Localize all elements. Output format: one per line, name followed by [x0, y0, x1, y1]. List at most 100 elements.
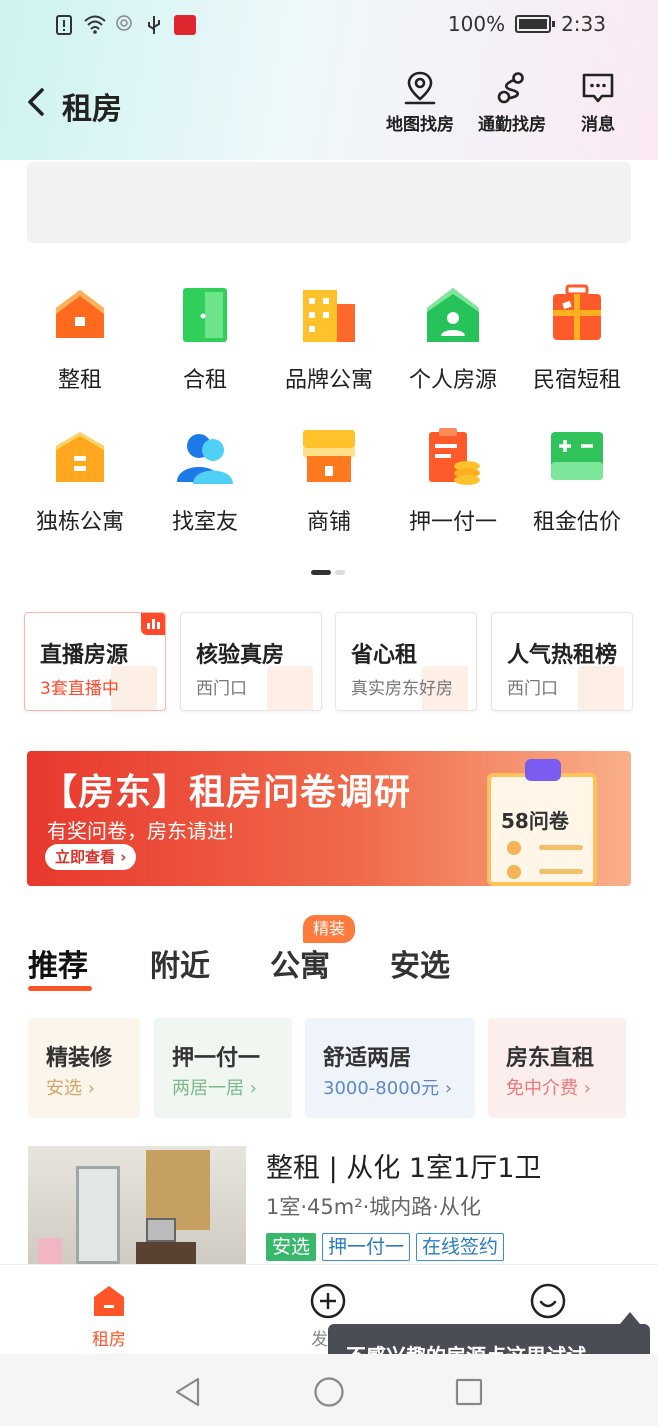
category-deposit-one[interactable]: 押一付一 — [390, 420, 516, 550]
building-icon — [299, 284, 359, 344]
tab-recommend[interactable]: 推荐 — [28, 941, 88, 985]
plus-circle-icon — [310, 1283, 346, 1319]
tab-nearby[interactable]: 附近 — [150, 941, 210, 985]
filter-sub: 两居一居 › — [172, 1078, 257, 1099]
list-line — [539, 869, 583, 874]
title-bar: 租房 地图找房 通勤找房 消息 — [0, 62, 658, 146]
filter-landlord-direct[interactable]: 房东直租 免中介费 › — [488, 1018, 626, 1118]
feed-tabs: 推荐 附近 公寓 精装 安选 — [0, 915, 658, 995]
coins-icon — [423, 426, 483, 486]
category-label: 找室友 — [171, 510, 238, 535]
photo-door — [76, 1166, 120, 1264]
photo-tv-stand — [136, 1242, 196, 1264]
listing-item[interactable]: 整租 | 从化 1室1厅1卫 1室·45m²·城内路·从化 安选 押一付一 在线… — [0, 1146, 658, 1264]
system-recents-button[interactable] — [453, 1376, 485, 1408]
active-tab-indicator — [28, 986, 92, 991]
page-dot — [335, 570, 345, 575]
route-icon — [497, 72, 524, 104]
page-indicator — [311, 570, 345, 575]
category-shared-rent[interactable]: 合租 — [142, 278, 268, 408]
category-homestay[interactable]: 民宿短租 — [514, 278, 640, 408]
feature-card-title: 直播房源 — [40, 643, 129, 668]
feature-card-hot-list[interactable]: 人气热租榜 西门口 — [491, 612, 633, 711]
filter-title: 精装修 — [46, 1046, 113, 1071]
category-label: 商铺 — [306, 510, 351, 535]
listing-detail: 1室·45m²·城内路·从化 — [266, 1195, 481, 1219]
filter-deposit-one[interactable]: 押一付一 两居一居 › — [154, 1018, 292, 1118]
feature-card-sub: 3套直播中 — [40, 679, 119, 699]
square-recents-icon — [455, 1378, 483, 1406]
apartment-badge: 精装 — [303, 915, 356, 943]
category-find-roommate[interactable]: 找室友 — [142, 420, 268, 550]
nav-label: 租房 — [92, 1330, 126, 1350]
search-box[interactable] — [27, 162, 631, 243]
map-search-button[interactable]: 地图找房 — [378, 70, 462, 140]
card-decoration — [578, 666, 624, 710]
feature-card-title: 省心租 — [351, 643, 418, 668]
feature-card-sub: 西门口 — [196, 679, 247, 699]
filter-renovated[interactable]: 精装修 安选 › — [28, 1018, 140, 1118]
filter-title: 房东直租 — [506, 1046, 595, 1071]
list-dot — [507, 865, 521, 879]
system-nav-bar — [0, 1354, 658, 1426]
map-pin-icon — [404, 71, 436, 105]
category-label: 民宿短租 — [532, 368, 621, 393]
category-detached-apartment[interactable]: 独栋公寓 — [17, 420, 143, 550]
live-chart-icon — [141, 613, 165, 635]
map-search-label: 地图找房 — [386, 115, 454, 135]
commute-search-label: 通勤找房 — [478, 115, 546, 135]
feature-card-title: 人气热租榜 — [507, 643, 618, 668]
status-bar: 100% 2:33 — [0, 0, 658, 52]
system-back-button[interactable] — [172, 1376, 204, 1408]
tab-apartment[interactable]: 公寓 — [270, 941, 330, 985]
category-label: 整租 — [57, 368, 102, 393]
banner-title: 【房东】租房问卷调研 — [41, 772, 412, 813]
survey-banner[interactable]: 【房东】租房问卷调研 有奖问卷，房东请进! 立即查看 › 58问卷 — [27, 751, 631, 886]
category-label: 押一付一 — [408, 510, 497, 535]
shop-icon — [299, 426, 359, 486]
listing-photo — [28, 1146, 246, 1264]
category-whole-rent[interactable]: 整租 — [17, 278, 143, 408]
messages-button[interactable]: 消息 — [556, 70, 640, 140]
list-dot — [507, 841, 521, 855]
nfc-icon — [114, 14, 134, 36]
messages-label: 消息 — [581, 115, 615, 135]
feature-card-sub: 西门口 — [507, 679, 558, 699]
photo-tv — [146, 1218, 176, 1242]
category-rent-estimate[interactable]: 租金估价 — [514, 420, 640, 550]
tab-anxuan[interactable]: 安选 — [390, 941, 450, 985]
card-decoration — [267, 666, 313, 710]
clock: 2:33 — [561, 12, 606, 36]
category-brand-apartment[interactable]: 品牌公寓 — [266, 278, 392, 408]
list-line — [539, 845, 583, 850]
banner-view-button[interactable]: 立即查看 › — [45, 844, 137, 870]
filter-title: 舒适两居 — [323, 1046, 412, 1071]
roommate-icon — [175, 426, 235, 486]
photo-chair — [38, 1238, 62, 1264]
nav-rent[interactable]: 租房 — [69, 1283, 149, 1350]
tooltip-arrow — [620, 1312, 640, 1324]
huawei-icon — [174, 15, 196, 35]
door-icon — [175, 284, 235, 344]
clipboard-clip — [525, 759, 561, 781]
smile-icon — [530, 1283, 566, 1319]
back-button[interactable] — [22, 84, 52, 120]
survey-logo: 58问卷 — [501, 809, 569, 833]
suitcase-icon — [547, 284, 607, 344]
listing-tag: 在线签约 — [416, 1233, 505, 1261]
feature-card-verified[interactable]: 核验真房 西门口 — [180, 612, 322, 711]
system-home-button[interactable] — [313, 1376, 345, 1408]
feature-cards: 直播房源 3套直播中 核验真房 西门口 省心租 真实房东好房 人气热租榜 西门口 — [24, 612, 636, 712]
category-label: 个人房源 — [408, 368, 497, 393]
feature-card-worry-free[interactable]: 省心租 真实房东好房 — [335, 612, 477, 711]
feature-card-live[interactable]: 直播房源 3套直播中 — [24, 612, 166, 711]
listing-title: 整租 | 从化 1室1厅1卫 — [266, 1153, 542, 1184]
category-label: 品牌公寓 — [284, 368, 373, 393]
commute-search-button[interactable]: 通勤找房 — [470, 70, 554, 140]
banner-subtitle: 有奖问卷，房东请进! — [47, 819, 236, 843]
listing-tags: 安选 押一付一 在线签约 — [266, 1233, 505, 1261]
chevron-left-icon — [28, 88, 44, 116]
filter-two-bedroom[interactable]: 舒适两居 3000-8000元 › — [305, 1018, 475, 1118]
category-shop[interactable]: 商铺 — [266, 420, 392, 550]
category-personal-listing[interactable]: 个人房源 — [390, 278, 516, 408]
